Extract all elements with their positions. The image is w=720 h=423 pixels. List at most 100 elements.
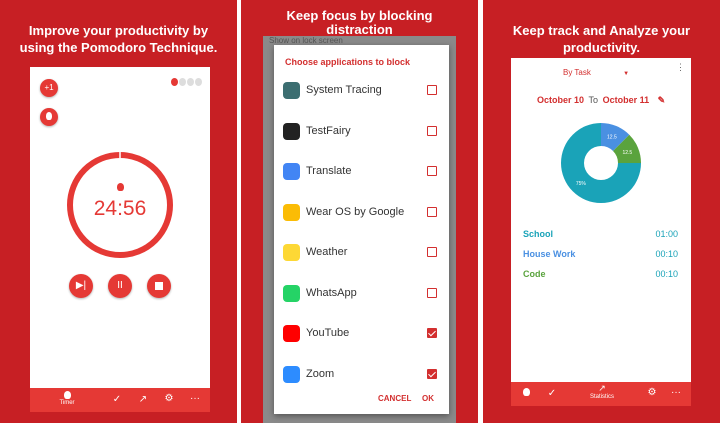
app-block-checkbox[interactable] xyxy=(427,166,437,176)
skip-icon: ▶| xyxy=(75,280,87,291)
stat-time: 01:00 xyxy=(655,229,678,239)
caption-line: Improve your productivity by xyxy=(28,23,209,38)
app-row[interactable]: TestFairy xyxy=(274,114,449,150)
app-name: YouTube xyxy=(306,327,350,339)
tomato-icon xyxy=(195,78,202,86)
app-block-checkbox[interactable] xyxy=(427,287,437,298)
nav-check-icon[interactable]: ✓ xyxy=(545,388,559,399)
app-name: Zoom xyxy=(306,367,335,380)
nav-timer[interactable]: Timer xyxy=(52,388,82,406)
date-to-word: To xyxy=(588,95,599,105)
overflow-menu-icon[interactable]: ⋮ xyxy=(676,62,685,73)
donut-slice-label: 12.5 xyxy=(607,135,617,141)
stat-row: House Work 00:10 xyxy=(523,249,678,259)
app-icon xyxy=(283,203,300,221)
donut-slice-label: 12.5 xyxy=(622,150,632,156)
nav-settings-icon[interactable]: ⚙ xyxy=(645,387,659,398)
app-row[interactable]: System Tracing xyxy=(274,73,449,109)
app-icon xyxy=(283,284,300,302)
stat-time: 00:10 xyxy=(655,269,678,279)
app-block-checkbox[interactable] xyxy=(427,328,437,338)
panel-pomodoro: Improve your productivity by using the P… xyxy=(0,0,237,423)
stat-name: Code xyxy=(523,269,546,279)
app-block-checkbox[interactable] xyxy=(427,247,437,257)
stat-row: Code 00:10 xyxy=(523,269,678,279)
pause-button[interactable]: II xyxy=(108,274,132,298)
app-icon xyxy=(283,325,300,342)
app-icon xyxy=(283,244,300,261)
date-from[interactable]: October 10 xyxy=(537,95,584,105)
skip-button[interactable]: ▶| xyxy=(69,274,93,298)
app-name: Wear OS by Google xyxy=(306,205,405,218)
app-name: TestFairy xyxy=(306,124,351,137)
nav-timer-label: Timer xyxy=(59,400,75,406)
tomato-icon xyxy=(171,78,178,86)
phone-screen: By Task ▼ ⋮ October 10 To October 11 ✎ 1… xyxy=(511,58,691,406)
date-to[interactable]: October 11 xyxy=(603,95,650,105)
task-donut-chart: 12.5 12.5 75% xyxy=(561,123,641,203)
stat-name: House Work xyxy=(523,249,576,259)
app-name: WhatsApp xyxy=(306,286,357,299)
stop-icon xyxy=(155,282,163,290)
task-button[interactable] xyxy=(40,108,58,126)
group-by-dropdown[interactable]: By Task ▼ xyxy=(563,68,629,77)
setting-label: Show on lock screen xyxy=(269,36,343,45)
date-range: October 10 To October 11 ✎ xyxy=(537,95,665,106)
nav-check-icon[interactable]: ✓ xyxy=(110,394,124,405)
nav-trend-icon[interactable]: ↗ xyxy=(136,394,150,405)
timer-display: 24:56 xyxy=(93,197,147,220)
app-icon xyxy=(283,365,300,383)
group-by-value: By Task xyxy=(563,68,591,77)
app-row[interactable]: Zoom xyxy=(274,357,449,393)
panel-blocking: Keep focus by blocking distraction Show … xyxy=(241,0,478,423)
stop-button[interactable] xyxy=(147,274,171,298)
nav-statistics[interactable]: ↗ Statistics xyxy=(577,383,627,400)
ok-button[interactable]: OK xyxy=(422,394,434,403)
stat-name: School xyxy=(523,229,554,239)
phone-screen: +1 24:56 ▶| II Timer ✓ ↗ ⚙ ··· xyxy=(30,67,210,412)
stat-time: 00:10 xyxy=(655,249,678,259)
tomato-icon xyxy=(46,112,52,120)
nav-more-icon[interactable]: ··· xyxy=(669,387,683,398)
nav-more-icon[interactable]: ··· xyxy=(188,393,202,404)
app-row[interactable]: Weather xyxy=(274,235,449,271)
bottom-nav: Timer ✓ ↗ ⚙ ··· xyxy=(30,388,210,412)
tomato-icon xyxy=(179,78,186,86)
tomato-icon xyxy=(117,183,124,191)
tomato-icon xyxy=(63,391,71,399)
dropdown-arrow-icon: ▼ xyxy=(623,71,630,77)
block-apps-dialog: Choose applications to block System Trac… xyxy=(274,45,449,414)
caption-line: productivity. xyxy=(562,40,641,55)
nav-timer[interactable] xyxy=(519,386,533,396)
caption: Keep focus by blocking distraction xyxy=(241,9,478,37)
caption: Keep track and Analyze your productivity… xyxy=(483,22,720,56)
cancel-button[interactable]: CANCEL xyxy=(378,394,411,403)
app-name: Weather xyxy=(306,246,348,258)
app-block-checkbox[interactable] xyxy=(427,206,437,217)
app-name: Translate xyxy=(306,165,352,177)
nav-settings-icon[interactable]: ⚙ xyxy=(162,393,176,404)
caption: Improve your productivity by using the P… xyxy=(0,22,237,56)
app-block-checkbox[interactable] xyxy=(427,85,437,95)
caption-line: distraction xyxy=(326,22,393,37)
app-icon xyxy=(283,122,300,140)
dialog-title: Choose applications to block xyxy=(285,57,411,67)
app-block-checkbox[interactable] xyxy=(427,368,437,379)
app-icon xyxy=(283,163,300,180)
caption-line: Keep focus by blocking xyxy=(286,8,433,23)
app-row[interactable]: YouTube xyxy=(274,316,449,352)
caption-line: Keep track and Analyze your xyxy=(512,23,691,38)
tomato-icon xyxy=(187,78,194,86)
edit-icon[interactable]: ✎ xyxy=(658,95,666,105)
app-block-checkbox[interactable] xyxy=(427,125,437,136)
pause-icon: II xyxy=(117,280,123,291)
tomato-icon xyxy=(522,388,530,396)
pomodoro-count-icons xyxy=(170,73,202,91)
trend-icon: ↗ xyxy=(598,383,606,393)
add-pomodoro-button[interactable]: +1 xyxy=(40,79,58,97)
app-name: System Tracing xyxy=(306,84,382,96)
stat-row: School 01:00 xyxy=(523,229,678,239)
app-row[interactable]: WhatsApp xyxy=(274,276,449,312)
app-row[interactable]: Translate xyxy=(274,154,449,190)
app-row[interactable]: Wear OS by Google xyxy=(274,195,449,231)
